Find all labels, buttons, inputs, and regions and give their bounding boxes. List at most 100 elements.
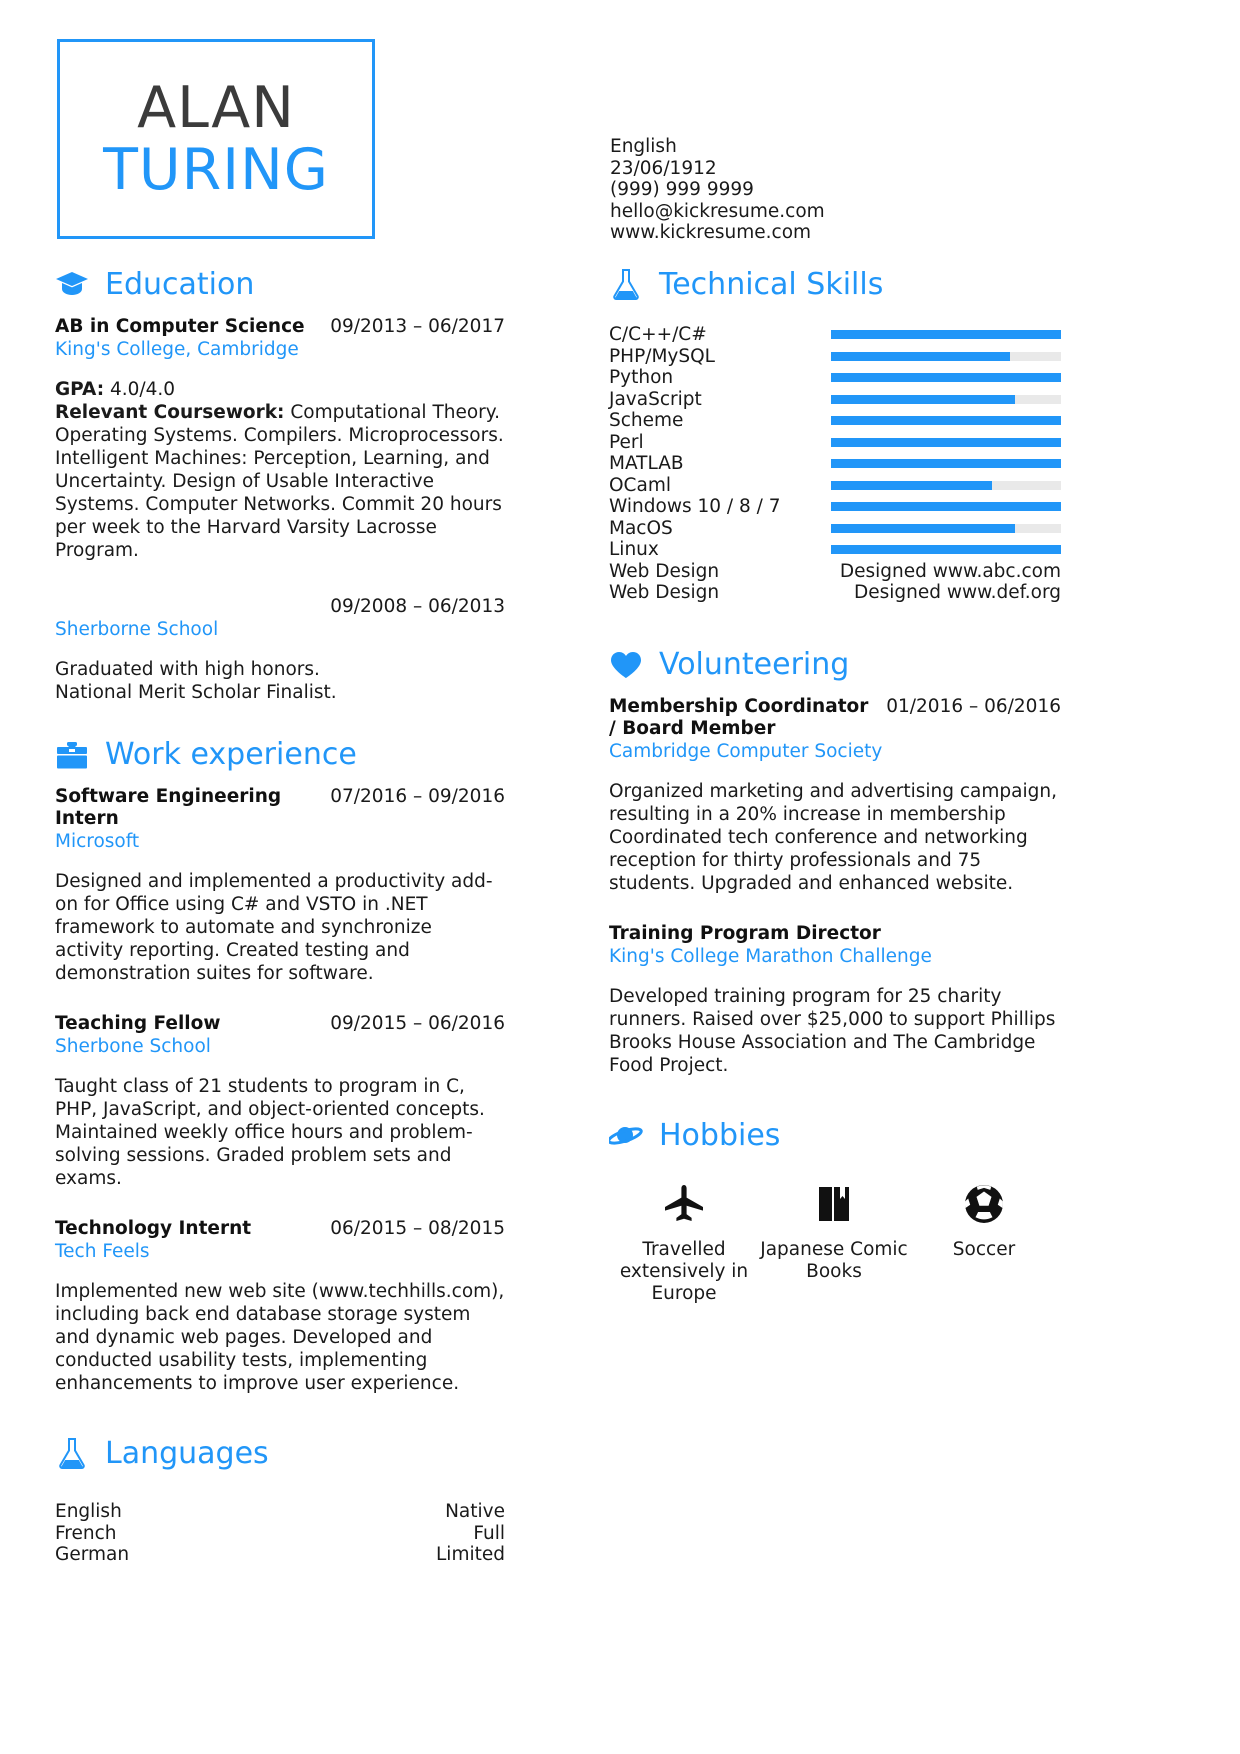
skill-bar xyxy=(831,523,1061,533)
section-work-header: Work experience xyxy=(55,738,505,772)
skill-bar-fill xyxy=(831,480,992,490)
skill-name: Web Design xyxy=(609,582,720,603)
skill-bar xyxy=(831,480,1061,490)
education-entry-date: 09/2013 – 06/2017 xyxy=(330,316,505,337)
skill-row: PHP/MySQL xyxy=(609,346,1061,368)
section-languages-header: Languages xyxy=(55,1437,505,1471)
skill-bar xyxy=(831,394,1061,404)
work-entry-date: 07/2016 – 09/2016 xyxy=(330,786,505,807)
skill-bar-fill xyxy=(831,351,1011,361)
volunteering-entry: Training Program Director King's College… xyxy=(609,923,1061,1077)
languages-list: English Native French Full German Limite… xyxy=(55,1501,505,1566)
skill-name: Windows 10 / 8 / 7 xyxy=(609,496,781,517)
work-entry-body: Taught class of 21 students to program i… xyxy=(55,1076,485,1189)
education-entry: 09/2008 – 06/2013 Sherborne School Gradu… xyxy=(55,596,505,704)
skill-row: Web Design Designed www.def.org xyxy=(609,582,1061,604)
education-entry-title: AB in Computer Science xyxy=(55,316,305,337)
flask-icon xyxy=(55,1437,89,1471)
section-languages-title: Languages xyxy=(105,1436,269,1471)
graduation-cap-icon xyxy=(55,268,89,302)
contact-website[interactable]: www.kickresume.com xyxy=(610,222,825,244)
education-entry: AB in Computer Science 09/2013 – 06/2017… xyxy=(55,316,505,562)
skill-name: MacOS xyxy=(609,517,673,539)
skill-row: Linux xyxy=(609,539,1061,561)
skill-bar-fill xyxy=(831,416,1061,426)
skill-name: Scheme xyxy=(609,410,684,431)
flask-icon xyxy=(609,268,643,302)
planet-icon xyxy=(609,1119,643,1153)
skill-bar-fill xyxy=(831,437,1061,447)
work-entry-date: 06/2015 – 08/2015 xyxy=(330,1218,505,1239)
work-entry-title: Technology Internt xyxy=(55,1218,252,1239)
briefcase-icon xyxy=(55,738,89,772)
work-entry-company: Tech Feels xyxy=(55,1241,150,1262)
hobby-item: Travelled extensively in Europe xyxy=(609,1175,759,1305)
work-entry-date: 09/2015 – 06/2016 xyxy=(330,1013,505,1034)
skill-bar xyxy=(831,351,1061,361)
section-hobbies-title: Hobbies xyxy=(659,1117,781,1153)
gpa-value: 4.0/4.0 xyxy=(104,379,176,400)
hobbies-list: Travelled extensively in Europe Japanese… xyxy=(609,1175,1061,1305)
language-row: English Native xyxy=(55,1501,505,1523)
volunteering-entry: Membership Coordinator / Board Member 01… xyxy=(609,696,1061,895)
last-name: TURING xyxy=(103,137,329,203)
work-entry: Software Engineering Intern 07/2016 – 09… xyxy=(55,786,505,985)
skill-row: Scheme xyxy=(609,410,1061,432)
airplane-icon xyxy=(662,1175,706,1233)
heart-icon xyxy=(609,648,643,682)
language-row: French Full xyxy=(55,1523,505,1545)
contact-email[interactable]: hello@kickresume.com xyxy=(610,201,825,223)
contact-block: English 23/06/1912 (999) 999 9999 hello@… xyxy=(610,136,825,244)
book-icon xyxy=(812,1175,856,1233)
language-level: Full xyxy=(473,1522,505,1544)
skill-name: Linux xyxy=(609,539,659,560)
work-entry-body: Designed and implemented a productivity … xyxy=(55,871,493,984)
skill-name: Web Design xyxy=(609,560,720,582)
skill-bar-fill xyxy=(831,502,1061,512)
first-name: ALAN xyxy=(137,75,295,141)
work-entry: Technology Internt 06/2015 – 08/2015 Tec… xyxy=(55,1218,505,1395)
gpa-label: GPA: xyxy=(55,379,105,400)
skill-bar xyxy=(831,545,1061,555)
volunteering-entry-date: 01/2016 – 06/2016 xyxy=(886,695,1061,717)
section-volunteering-header: Volunteering xyxy=(609,646,1061,682)
skill-bar xyxy=(831,330,1061,340)
skill-bar xyxy=(831,502,1061,512)
skill-name: MATLAB xyxy=(609,453,684,474)
skill-value-text: Designed www.def.org xyxy=(854,582,1061,603)
skill-row: OCaml xyxy=(609,475,1061,497)
soccer-ball-icon xyxy=(962,1175,1006,1233)
language-row: German Limited xyxy=(55,1544,505,1566)
skill-row: Python xyxy=(609,367,1061,389)
skill-bar-fill xyxy=(831,373,1061,383)
education-entry-date: 09/2008 – 06/2013 xyxy=(330,596,505,617)
contact-phone[interactable]: (999) 999 9999 xyxy=(610,179,825,201)
volunteering-entry-title: Membership Coordinator / Board Member xyxy=(609,695,869,739)
coursework-value: Computational Theory. Operating Systems.… xyxy=(55,402,504,561)
skill-name: OCaml xyxy=(609,474,671,496)
volunteering-entry-title: Training Program Director xyxy=(609,922,881,944)
name-box: ALAN TURING xyxy=(57,39,375,239)
skill-name: JavaScript xyxy=(609,388,702,410)
skill-bar-fill xyxy=(831,330,1061,340)
education-entry-body: GPA: 4.0/4.0 Relevant Coursework: Comput… xyxy=(55,378,505,562)
skill-value-text: Designed www.abc.com xyxy=(839,560,1061,582)
hobby-label: Soccer xyxy=(952,1238,1016,1260)
work-entry-company: Microsoft xyxy=(55,831,140,852)
coursework-label: Relevant Coursework: xyxy=(55,402,285,423)
section-education-header: Education xyxy=(55,268,505,302)
section-volunteering-title: Volunteering xyxy=(659,646,850,682)
hobby-item: Soccer xyxy=(909,1175,1059,1305)
skill-name: Python xyxy=(609,367,674,388)
skill-name: PHP/MySQL xyxy=(609,345,715,367)
skills-list: C/C++/C# PHP/MySQL Python JavaScript Sch… xyxy=(609,324,1061,604)
resume-page: ALAN TURING English 23/06/1912 (999) 999… xyxy=(0,0,1240,1754)
skill-row: C/C++/C# xyxy=(609,324,1061,346)
skill-bar-fill xyxy=(831,394,1015,404)
volunteering-entry-org: Cambridge Computer Society xyxy=(609,740,883,762)
skill-bar-fill xyxy=(831,545,1061,555)
work-entry-body: Implemented new web site (www.techhills.… xyxy=(55,1281,505,1394)
section-work-title: Work experience xyxy=(105,737,357,772)
language-name: French xyxy=(55,1522,117,1544)
section-skills-header: Technical Skills xyxy=(609,268,1061,302)
